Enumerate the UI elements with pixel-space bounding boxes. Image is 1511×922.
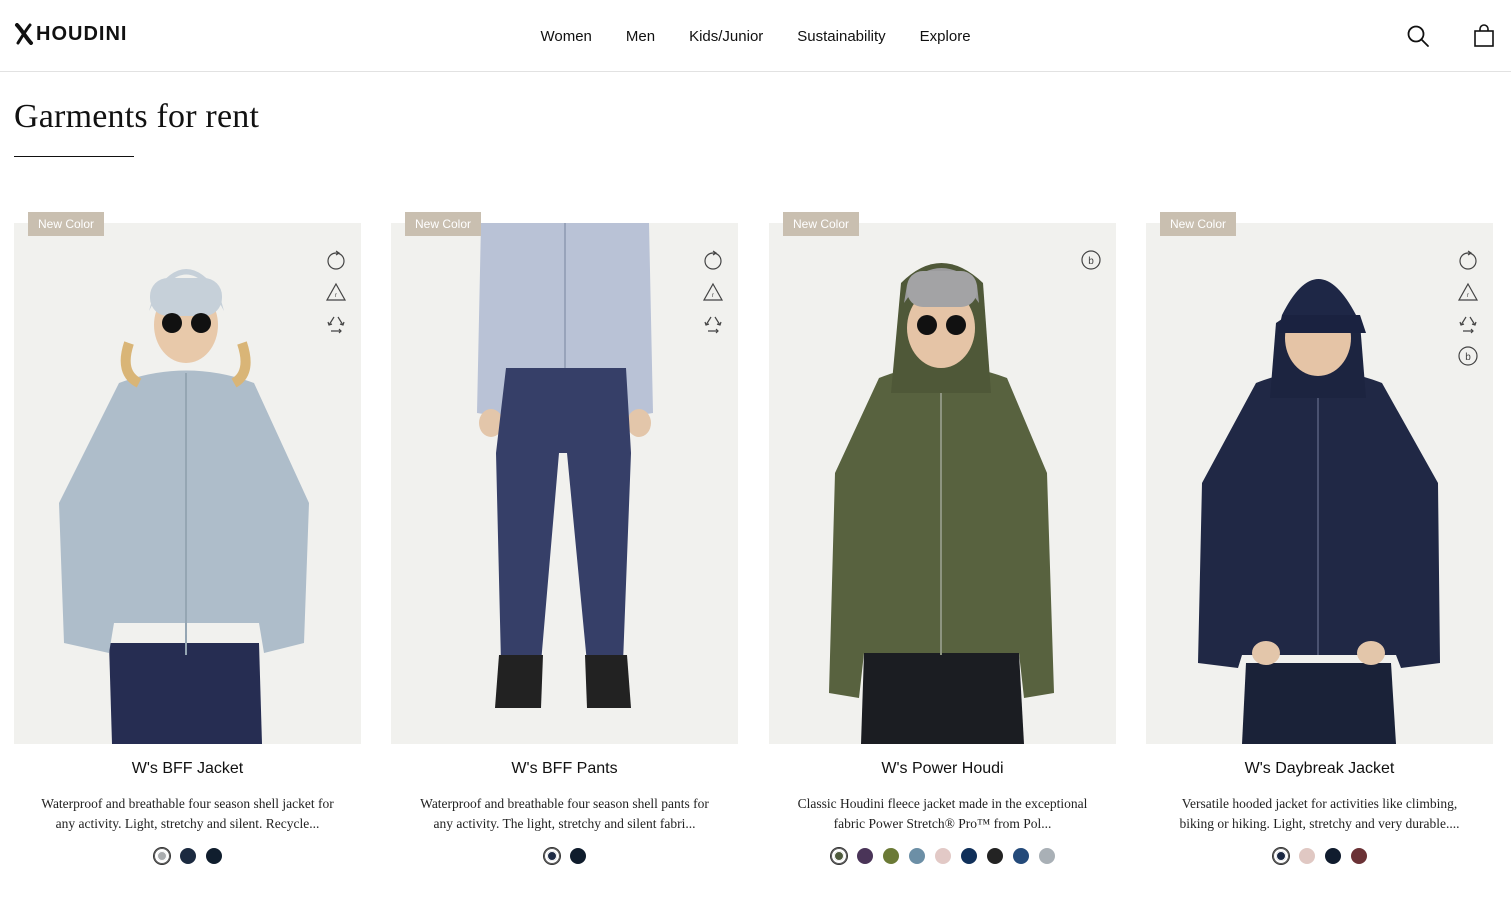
product-image[interactable]: b: [769, 223, 1116, 744]
new-color-badge: New Color: [405, 212, 482, 236]
shopping-bag-icon: [1474, 24, 1494, 47]
recycled-icon: r: [1457, 282, 1479, 301]
color-swatch[interactable]: [856, 848, 873, 864]
color-swatch[interactable]: [1350, 848, 1367, 864]
bluesign-icon: b: [1081, 250, 1101, 270]
svg-text:r: r: [335, 293, 337, 299]
product-name[interactable]: W's BFF Jacket: [14, 760, 361, 778]
color-swatch[interactable]: [543, 848, 560, 864]
model-pants-image: [391, 223, 738, 744]
svg-text:b: b: [1465, 352, 1471, 363]
product-description: Classic Houdini fleece jacket made in th…: [797, 796, 1088, 831]
color-swatch[interactable]: [882, 848, 899, 864]
brand-name: HOUDINI: [36, 22, 128, 45]
product-image[interactable]: r: [14, 223, 361, 744]
circular-icon: [1459, 250, 1477, 270]
cart-button[interactable]: [1471, 23, 1497, 49]
product-grid: New Color r W's BFF Jacket Waterproof an…: [14, 212, 1494, 892]
sustainability-icons: b: [1080, 249, 1102, 271]
color-swatch[interactable]: [179, 848, 196, 864]
nav-kids-junior[interactable]: Kids/Junior: [689, 28, 763, 45]
product-description: Waterproof and breathable four season sh…: [41, 796, 334, 831]
color-swatch[interactable]: [1012, 848, 1029, 864]
recyclable-icon: [327, 316, 345, 334]
nav-women[interactable]: Women: [540, 28, 591, 45]
model-fleece-image: [769, 223, 1116, 744]
color-swatch[interactable]: [1038, 848, 1055, 864]
color-swatches: [14, 848, 361, 864]
color-swatch[interactable]: [205, 848, 222, 864]
color-swatches: [1146, 848, 1493, 864]
color-swatch[interactable]: [934, 848, 951, 864]
color-swatch[interactable]: [908, 848, 925, 864]
product-image[interactable]: r b: [1146, 223, 1493, 744]
page-title: Garments for rent: [14, 98, 260, 135]
recyclable-icon: [704, 316, 722, 334]
nav-sustainability[interactable]: Sustainability: [797, 28, 885, 45]
bluesign-icon: b: [1458, 346, 1478, 366]
sustainability-icons: r b: [1457, 249, 1479, 367]
color-swatch[interactable]: [569, 848, 586, 864]
color-swatch[interactable]: [1324, 848, 1341, 864]
new-color-badge: New Color: [28, 212, 105, 236]
title-underline: [14, 156, 134, 157]
color-swatches: [769, 848, 1116, 864]
nav-men[interactable]: Men: [626, 28, 655, 45]
svg-text:r: r: [712, 293, 714, 299]
color-swatch[interactable]: [1298, 848, 1315, 864]
circular-icon: [327, 250, 345, 270]
sustainability-icons: r: [325, 249, 347, 335]
product-card: New Color r: [1146, 212, 1493, 882]
sustainability-icons: r: [702, 249, 724, 335]
color-swatch[interactable]: [1272, 848, 1289, 864]
circular-icon: [704, 250, 722, 270]
houdini-logo-icon: [15, 23, 33, 45]
recycled-icon: r: [702, 282, 724, 301]
svg-text:r: r: [1467, 293, 1469, 299]
main-nav: Women Men Kids/Junior Sustainability Exp…: [0, 0, 1511, 72]
product-name[interactable]: W's Daybreak Jacket: [1146, 760, 1493, 778]
recyclable-icon: [1459, 316, 1477, 334]
svg-text:b: b: [1088, 256, 1094, 267]
color-swatch[interactable]: [960, 848, 977, 864]
recycled-icon: r: [325, 282, 347, 301]
search-icon: [1407, 25, 1429, 47]
new-color-badge: New Color: [1160, 212, 1237, 236]
product-name[interactable]: W's BFF Pants: [391, 760, 738, 778]
color-swatch[interactable]: [830, 848, 847, 864]
product-image[interactable]: r: [391, 223, 738, 744]
product-name[interactable]: W's Power Houdi: [769, 760, 1116, 778]
nav-explore[interactable]: Explore: [920, 28, 971, 45]
color-swatch[interactable]: [153, 848, 170, 864]
search-button[interactable]: [1405, 23, 1431, 49]
product-description: Versatile hooded jacket for activities l…: [1179, 796, 1460, 831]
product-card: New Color b W's Power Houdi Classic Houd…: [769, 212, 1116, 882]
model-daybreak-image: [1146, 223, 1493, 744]
houdini-logo[interactable]: HOUDINI: [14, 22, 127, 46]
product-card: New Color r W's BFF Pants Waterproof and…: [391, 212, 738, 882]
color-swatches: [391, 848, 738, 864]
site-header: HOUDINI Women Men Kids/Junior Sustainabi…: [0, 0, 1511, 72]
new-color-badge: New Color: [783, 212, 860, 236]
color-swatch[interactable]: [986, 848, 1003, 864]
model-jacket-image: [14, 223, 361, 744]
product-card: New Color r: [14, 212, 361, 882]
product-description: Waterproof and breathable four season sh…: [420, 796, 709, 831]
